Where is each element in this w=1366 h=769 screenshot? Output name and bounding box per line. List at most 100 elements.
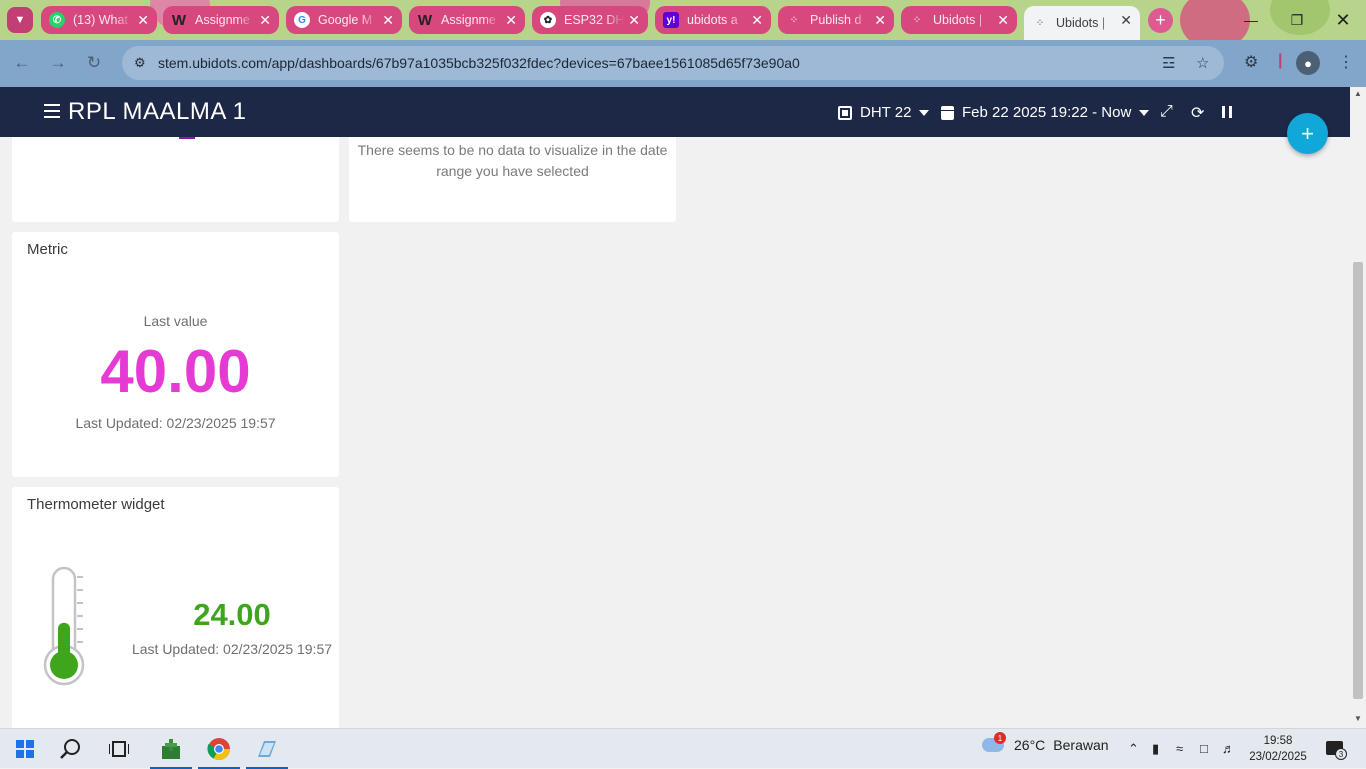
windows-taskbar: 1 26°C Berawan ⌃ ▮ ≈ □ ♬ 19:58 23/02/202… [0, 728, 1366, 769]
close-icon[interactable]: ✕ [997, 12, 1009, 28]
chevron-down-icon: ▼ [14, 14, 26, 26]
widget-title: Thermometer widget [27, 496, 165, 513]
notification-icon[interactable]: 3 [1326, 741, 1347, 760]
profile-avatar[interactable]: ● [1296, 51, 1320, 75]
search-icon [60, 739, 80, 759]
restore-button[interactable]: ❐ [1274, 0, 1320, 40]
hamburger-menu-icon[interactable] [44, 104, 60, 118]
address-bar[interactable]: ⚙ stem.ubidots.com/app/dashboards/67b97a… [122, 46, 1224, 80]
menu-kebab-icon[interactable]: ⋮ [1338, 52, 1354, 72]
reload-icon: ↻ [86, 53, 102, 72]
thermometer-updated: Last Updated: 02/23/2025 19:57 [131, 641, 333, 657]
fullscreen-icon[interactable]: ⤢ [1160, 103, 1173, 121]
whatsapp-icon: ✆ [49, 12, 65, 28]
start-button[interactable] [2, 729, 48, 769]
extensions-icon[interactable]: ⚙ [1244, 52, 1258, 72]
widget-title: Metric [27, 241, 68, 258]
search-button[interactable] [48, 729, 94, 769]
scroll-down-arrow[interactable]: ▼ [1350, 712, 1366, 726]
battery-icon[interactable]: ▮ [1152, 741, 1159, 757]
scroll-up-arrow[interactable]: ▲ [1350, 87, 1366, 101]
taskbar-app[interactable] [244, 729, 290, 769]
pause-icon[interactable] [1222, 106, 1232, 118]
browser-tab[interactable]: ⁘ Publish d ✕ [778, 6, 894, 34]
scrollbar-thumb[interactable] [1353, 262, 1363, 699]
close-icon[interactable]: ✕ [259, 12, 271, 28]
translate-icon[interactable]: ☲ [1162, 54, 1175, 72]
minimize-icon: — [1244, 12, 1258, 28]
site-info-icon[interactable]: ⚙ [134, 55, 156, 71]
notification-count: 3 [1335, 748, 1347, 760]
browser-tab[interactable]: ⁘ Ubidots | ✕ [901, 6, 1017, 34]
tab-label: ESP32 DH [564, 13, 624, 27]
tab-search-button[interactable]: ▼ [7, 7, 33, 33]
browser-toolbar: ← → ↻ ⚙ stem.ubidots.com/app/dashboards/… [0, 40, 1366, 87]
tab-label: Ubidots | [933, 13, 983, 27]
dashboard-canvas: There seems to be no data to visualize i… [0, 137, 1350, 728]
thermometer-value: 24.00 [193, 597, 271, 632]
arrow-right-icon: → [49, 53, 67, 72]
refresh-icon[interactable]: ⟳ [1191, 103, 1204, 123]
volume-icon[interactable]: ♬ [1222, 741, 1235, 756]
minimize-button[interactable]: — [1228, 0, 1274, 40]
dashboard-title[interactable]: RPL MAALMA 1 [68, 98, 247, 126]
metric-label: Last value [143, 313, 208, 329]
tab-label: (13) What [73, 13, 128, 27]
close-icon[interactable]: ✕ [1120, 12, 1132, 28]
close-icon[interactable]: ✕ [137, 12, 149, 28]
browser-tab[interactable]: y! ubidots a ✕ [655, 6, 771, 34]
reload-button[interactable]: ↻ [82, 51, 106, 75]
browser-tab[interactable]: ✆ (13) What ✕ [41, 6, 157, 34]
metric-widget[interactable]: Metric Last value 40.00 Last Updated: 02… [12, 232, 339, 477]
thermometer-bulb [50, 651, 78, 679]
chatgpt-icon: ✿ [540, 12, 556, 28]
new-tab-button[interactable]: + [1148, 8, 1173, 33]
user-icon: ● [1304, 55, 1312, 71]
taskbar-chrome[interactable] [196, 729, 242, 769]
close-icon: ✕ [1335, 9, 1351, 30]
date-range-selector[interactable]: Feb 22 2025 19:22 - Now [941, 104, 1150, 121]
thermometer-graphic [43, 566, 85, 686]
tab-label: Google M [318, 13, 373, 27]
separator: | [1278, 52, 1283, 69]
widget-card[interactable] [12, 137, 339, 222]
weather-badge: 1 [994, 732, 1006, 744]
yahoo-icon: y! [663, 12, 679, 28]
task-view-icon [109, 741, 129, 757]
taskbar-app[interactable] [148, 729, 194, 769]
close-window-button[interactable]: ✕ [1320, 0, 1366, 40]
forward-button[interactable]: → [46, 51, 70, 75]
meet-icon[interactable]: □ [1200, 741, 1208, 756]
page-scrollbar[interactable]: ▲ ▼ [1350, 87, 1366, 728]
browser-tab[interactable]: G Google M ✕ [286, 6, 402, 34]
nodata-widget[interactable]: There seems to be no data to visualize i… [349, 137, 676, 222]
close-icon[interactable]: ✕ [751, 12, 763, 28]
close-icon[interactable]: ✕ [382, 12, 394, 28]
task-view-button[interactable] [96, 729, 142, 769]
back-button[interactable]: ← [10, 51, 34, 75]
nodata-message: There seems to be no data to visualize i… [357, 142, 668, 179]
browser-tab[interactable]: W Assignme ✕ [163, 6, 279, 34]
calendar-icon [941, 105, 954, 120]
close-icon[interactable]: ✕ [505, 12, 517, 28]
dashboard-header: RPL MAALMA 1 DHT 22 Feb 22 2025 19:22 - … [0, 87, 1350, 137]
browser-tab[interactable]: W Assignme ✕ [409, 6, 525, 34]
close-icon[interactable]: ✕ [874, 12, 886, 28]
ubidots-icon: ⁘ [789, 14, 799, 26]
url-text[interactable]: stem.ubidots.com/app/dashboards/67b97a10… [158, 55, 800, 71]
chevron-up-icon[interactable]: ⌃ [1128, 741, 1139, 757]
app-icon [162, 739, 180, 759]
bookmark-star-icon[interactable]: ☆ [1196, 54, 1209, 72]
device-selector[interactable]: DHT 22 [838, 104, 930, 121]
date-range-text: Feb 22 2025 19:22 - Now [962, 104, 1132, 121]
weather-widget[interactable]: 1 26°C Berawan [982, 732, 1109, 753]
add-widget-button[interactable]: + [1287, 113, 1328, 154]
tab-label: Assignme [441, 13, 496, 27]
close-icon[interactable]: ✕ [628, 12, 640, 28]
browser-tab[interactable]: ✿ ESP32 DH ✕ [532, 6, 648, 34]
wifi-icon[interactable]: ≈ [1176, 741, 1183, 756]
browser-tab-active[interactable]: ⁘ Ubidots | ✕ [1024, 6, 1140, 40]
wordwall-icon: W [171, 11, 187, 29]
clock[interactable]: 19:58 23/02/2025 [1246, 733, 1310, 765]
thermometer-widget[interactable]: Thermometer widget 24.00 Last Updated: 0… [12, 487, 339, 728]
